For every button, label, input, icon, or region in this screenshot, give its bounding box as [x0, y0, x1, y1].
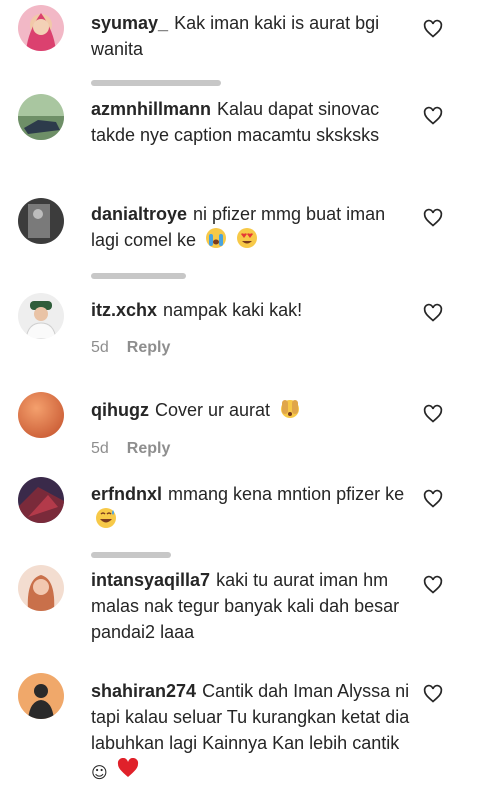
- reply-button[interactable]: Reply: [127, 339, 171, 356]
- avatar-image: [18, 198, 64, 244]
- avatar[interactable]: [18, 5, 64, 51]
- red-heart-emoji: [117, 758, 138, 777]
- reply-button[interactable]: Reply: [127, 440, 171, 457]
- avatar-image: [18, 5, 64, 51]
- comment-text: shahiran274 Cantik dah Iman Alyssa ni tap…: [91, 678, 411, 786]
- avatar-image: [18, 293, 64, 339]
- heart-outline-icon[interactable]: [423, 106, 443, 126]
- comment-meta: 5d Reply: [91, 440, 170, 458]
- comment-username[interactable]: syumay_: [91, 13, 168, 33]
- comment-username[interactable]: intansyaqilla7: [91, 570, 210, 590]
- avatar[interactable]: [18, 198, 64, 244]
- comment-timestamp: 5d: [91, 339, 109, 356]
- avatar[interactable]: [18, 293, 64, 339]
- comment-username[interactable]: azmnhillmann: [91, 99, 211, 119]
- comment-text: azmnhillmann Kalau dapat sinovac takde ny…: [91, 96, 411, 148]
- avatar[interactable]: [18, 94, 64, 140]
- cutoff-meta-line: [91, 80, 221, 86]
- heart-eyes-emoji: [237, 228, 258, 248]
- avatar[interactable]: [18, 392, 64, 438]
- comment-body: nampak kaki kak!: [163, 300, 303, 320]
- heart-outline-icon[interactable]: [423, 208, 443, 228]
- comment-meta: 5d Reply: [91, 339, 170, 357]
- heart-outline-icon[interactable]: [423, 575, 443, 595]
- heart-outline-icon[interactable]: [423, 489, 443, 509]
- avatar-image: [18, 477, 64, 523]
- comment-text: erfndnxl mmang kena mntion pfizer ke: [91, 481, 411, 533]
- avatar-image: [18, 94, 64, 140]
- comment-body: Cover ur aurat: [154, 400, 271, 420]
- heart-outline-icon[interactable]: [423, 19, 443, 39]
- avatar-image: [18, 673, 64, 719]
- grinning-sweat-emoji: [96, 508, 116, 528]
- crying-face-emoji: [206, 228, 227, 248]
- heart-outline-icon[interactable]: [423, 684, 443, 704]
- comment-text: intansyaqilla7 kaki tu aurat iman hm mala…: [91, 567, 411, 645]
- comment-text: danialtroye ni pfizer mmg buat iman lagi …: [91, 201, 411, 253]
- smiling-face-glyph: ☺: [91, 763, 108, 782]
- comment-body: mmang kena mntion pfizer ke: [168, 484, 405, 504]
- heart-outline-icon[interactable]: [423, 303, 443, 323]
- cutoff-meta-line: [91, 552, 171, 558]
- avatar[interactable]: [18, 477, 64, 523]
- avatar-image: [18, 565, 64, 611]
- avatar-image: [18, 392, 64, 438]
- comment-text: syumay_ Kak iman kaki is aurat bgi wanita: [91, 10, 411, 62]
- comment-text: itz.xchx nampak kaki kak!: [91, 297, 411, 323]
- cutoff-meta-line: [91, 273, 186, 279]
- avatar[interactable]: [18, 565, 64, 611]
- comment-username[interactable]: danialtroye: [91, 204, 187, 224]
- comment-timestamp: 5d: [91, 440, 109, 457]
- comment-username[interactable]: erfndnxl: [91, 484, 162, 504]
- covering-face-emoji: [281, 400, 300, 418]
- comment-username[interactable]: shahiran274: [91, 681, 196, 701]
- avatar[interactable]: [18, 673, 64, 719]
- heart-outline-icon[interactable]: [423, 404, 443, 424]
- comment-text: qihugz Cover ur aurat: [91, 397, 411, 423]
- comment-username[interactable]: itz.xchx: [91, 300, 157, 320]
- comment-username[interactable]: qihugz: [91, 400, 149, 420]
